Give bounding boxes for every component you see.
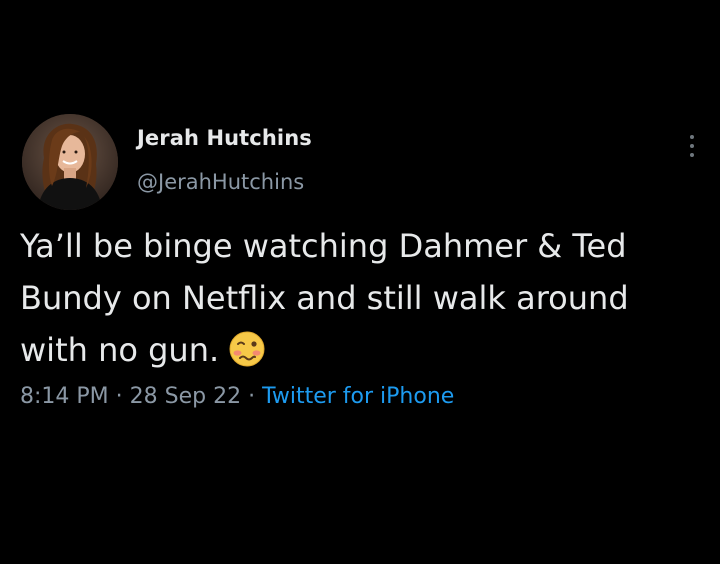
tweet-text: Ya’ll be binge watching Dahmer & Ted Bun… [20,220,710,384]
avatar[interactable] [22,114,118,210]
tweet-date[interactable]: 28 Sep 22 [130,384,241,409]
display-name[interactable]: Jerah Hutchins [137,124,312,152]
meta-separator: · [108,384,130,409]
user-handle[interactable]: @JerahHutchins [137,168,312,196]
tweet-source-link[interactable]: Twitter for iPhone [262,384,454,409]
woozy-face-icon [227,329,267,384]
tweet-body: Ya’ll be binge watching Dahmer & Ted Bun… [20,227,629,369]
profile-photo-icon [22,114,118,210]
meta-separator: · [241,384,263,409]
more-options-icon[interactable] [682,128,702,164]
tweet-meta: 8:14 PM · 28 Sep 22 · Twitter for iPhone [20,382,454,412]
tweet-time[interactable]: 8:14 PM [20,384,109,409]
author-block: Jerah Hutchins @JerahHutchins [137,124,312,196]
tweet: Jerah Hutchins @JerahHutchins Ya’ll be b… [0,0,720,564]
